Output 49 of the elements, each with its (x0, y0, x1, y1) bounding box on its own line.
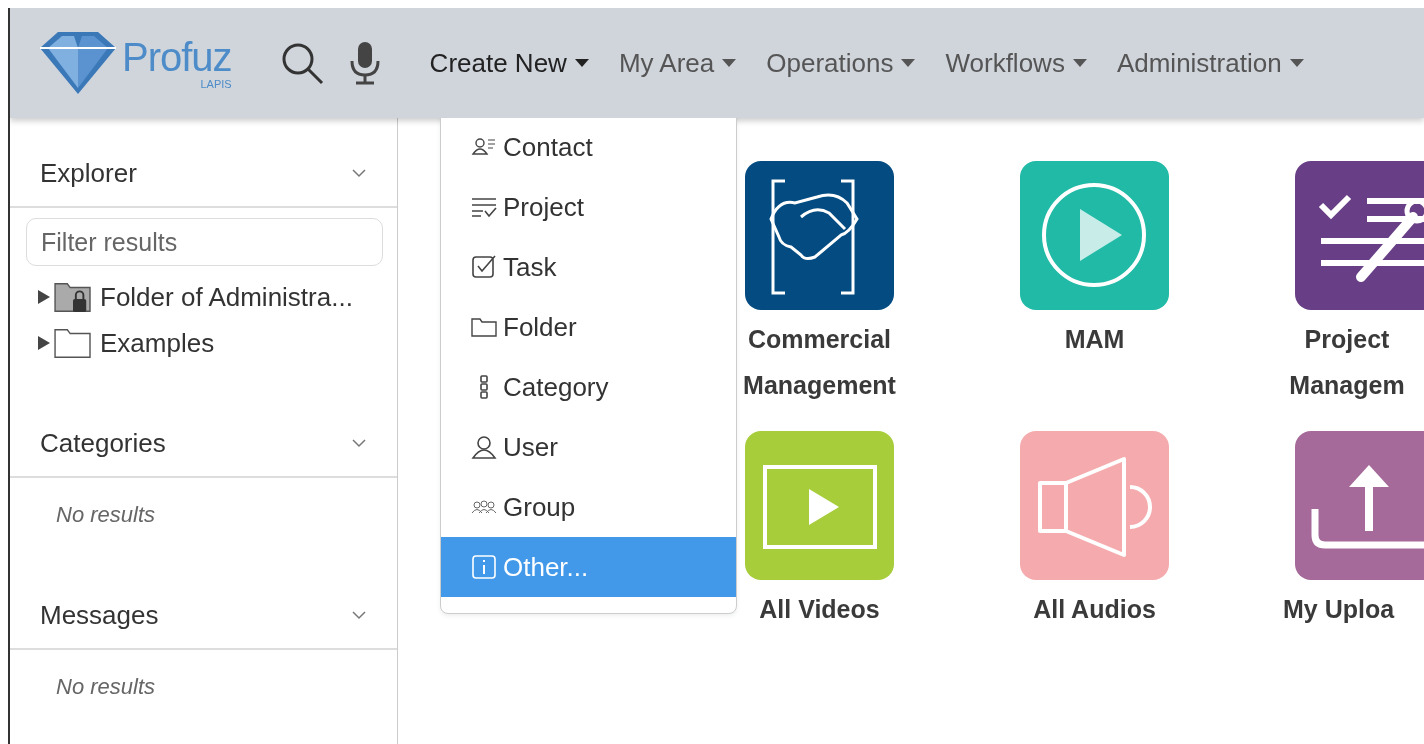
menu-link[interactable]: Operations (766, 43, 916, 83)
chevron-down-icon (351, 168, 367, 178)
caret-icon (901, 59, 916, 67)
tile-label[interactable]: My Uploa (1283, 586, 1395, 632)
filter-field[interactable]: Filter results (26, 218, 383, 266)
chevron-down-icon (351, 438, 367, 448)
collapse-button[interactable] (351, 438, 367, 448)
tree-item[interactable]: Examples (100, 323, 215, 363)
dropdown-item[interactable]: Task (441, 237, 736, 297)
dropdown-item[interactable]: Category (441, 357, 736, 417)
checkbox-icon (471, 254, 497, 280)
section-title: Categories (40, 426, 166, 460)
expand-button[interactable] (38, 290, 50, 304)
app-tile[interactable] (1020, 431, 1169, 580)
app-tile[interactable] (1020, 161, 1169, 310)
dropdown-item[interactable]: Contact (441, 118, 736, 177)
empty-message: No results (55, 673, 157, 701)
caret-icon (1072, 59, 1087, 67)
caret-icon (722, 59, 737, 67)
tree-item[interactable]: Folder of Administra... (100, 277, 353, 317)
app-tile[interactable] (1295, 431, 1424, 580)
app-tile[interactable] (745, 431, 894, 580)
expand-arrow-icon (38, 290, 50, 304)
dropdown-item[interactable]: Group (441, 477, 736, 537)
info-icon (471, 554, 497, 580)
tile-label[interactable]: All Audios (994, 586, 1195, 632)
app-tile[interactable] (1295, 161, 1424, 310)
menu-link[interactable]: My Area (618, 43, 737, 83)
menu-link[interactable]: Administration (1116, 43, 1304, 83)
expand-arrow-icon (38, 336, 50, 350)
collapse-button[interactable] (351, 610, 367, 620)
section-title: Messages (40, 598, 159, 632)
caret-icon (574, 59, 589, 67)
section-title: Explorer (40, 156, 137, 190)
dropdown-item[interactable]: Folder (441, 297, 736, 357)
collapse-button[interactable] (351, 168, 367, 178)
empty-message: No results (55, 501, 157, 529)
logo-text: Profuz (122, 36, 232, 77)
dropdown-item[interactable]: Project (441, 177, 736, 237)
tile-label[interactable]: MAM (994, 316, 1195, 362)
menu-link[interactable]: Create New (429, 43, 589, 83)
user-icon (471, 434, 497, 460)
menu-link[interactable]: Workflows (945, 43, 1087, 83)
expand-button[interactable] (38, 336, 50, 350)
tile-label[interactable]: Project Managem (1283, 316, 1411, 408)
caret-icon (1289, 59, 1304, 67)
chevron-down-icon (351, 610, 367, 620)
logo-subtitle: LAPIS (200, 78, 232, 90)
dropdown-item[interactable]: User (441, 417, 736, 477)
